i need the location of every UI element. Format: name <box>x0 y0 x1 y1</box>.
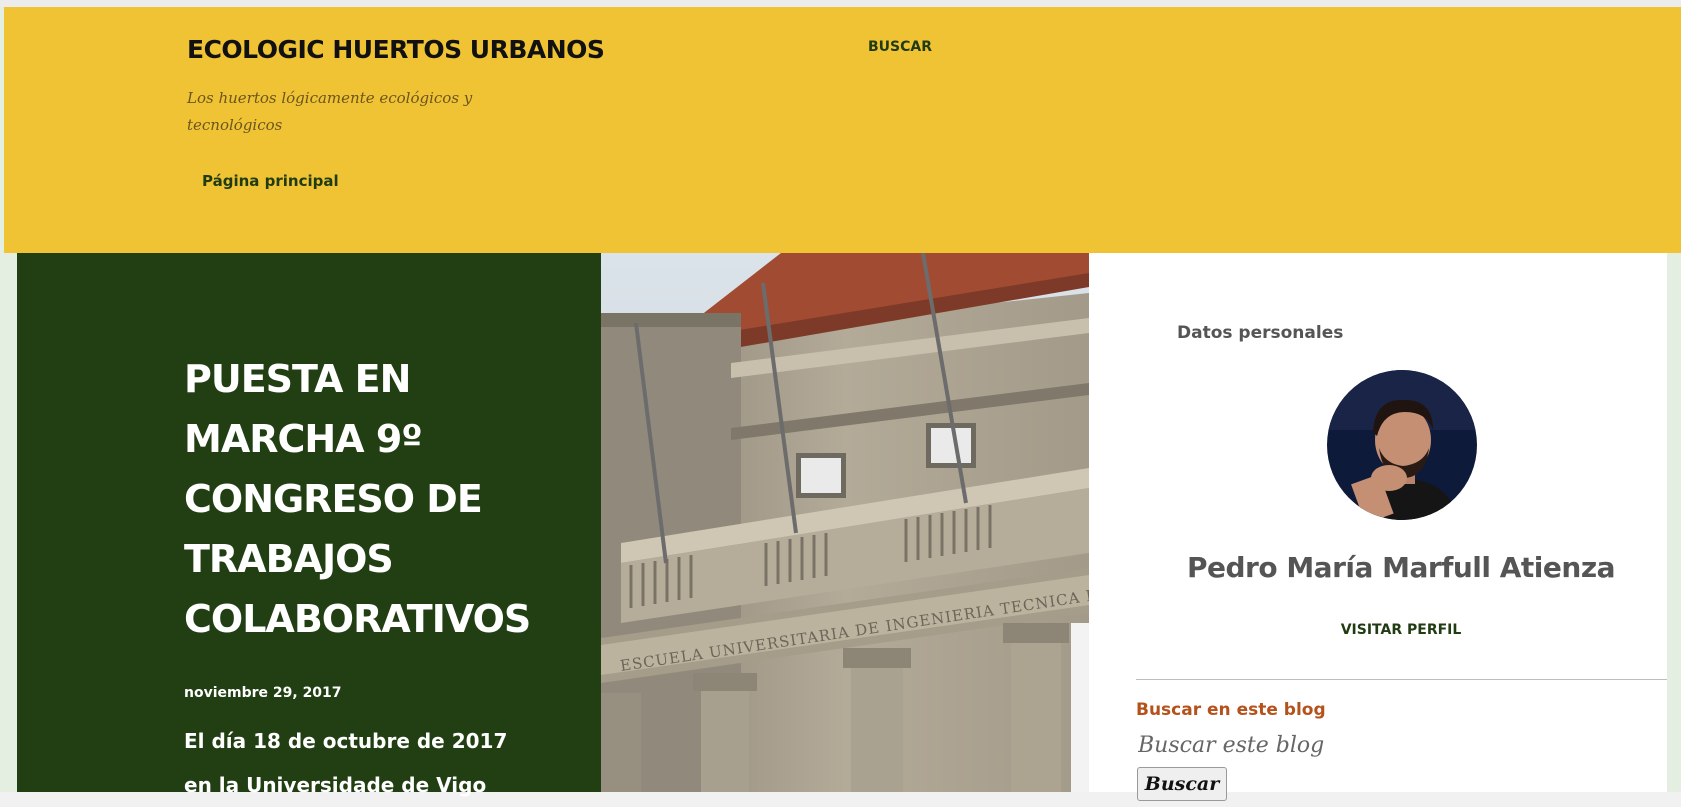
sidebar: Datos personales Pedro María Marfull Ati… <box>1089 253 1667 801</box>
blog-search-heading: Buscar en este blog <box>1136 700 1326 720</box>
right-page-edge <box>1667 253 1681 792</box>
sidebar-divider <box>1136 679 1667 680</box>
blog-search-input[interactable] <box>1136 729 1440 761</box>
post-snippet: El día 18 de octubre de 2017 en la Unive… <box>184 729 508 797</box>
blog-header: ECOLOGIC HUERTOS URBANOS Los huertos lóg… <box>4 7 1681 253</box>
building-facade-image: ESCUELA UNIVERSITARIA DE INGENIERIA TECN… <box>601 253 1089 792</box>
profile-avatar[interactable] <box>1327 370 1477 520</box>
post-date[interactable]: noviembre 29, 2017 <box>184 685 342 701</box>
nav-home-link[interactable]: Página principal <box>202 172 339 190</box>
avatar-photo <box>1327 370 1477 520</box>
post-title[interactable]: PUESTA EN MARCHA 9º CONGRESO DE TRABAJOS… <box>184 349 531 649</box>
blog-search-button[interactable]: Buscar <box>1137 767 1227 801</box>
post-featured-image[interactable]: ESCUELA UNIVERSITARIA DE INGENIERIA TECN… <box>601 253 1089 792</box>
blog-title[interactable]: ECOLOGIC HUERTOS URBANOS <box>187 35 605 64</box>
top-strip <box>0 0 1681 7</box>
header-search-link[interactable]: BUSCAR <box>868 39 932 55</box>
visit-profile-link[interactable]: VISITAR PERFIL <box>1089 622 1681 638</box>
profile-heading: Datos personales <box>1177 323 1344 343</box>
blog-description: Los huertos lógicamente ecológicos y tec… <box>187 89 473 134</box>
featured-post-panel: PUESTA EN MARCHA 9º CONGRESO DE TRABAJOS… <box>17 253 601 797</box>
profile-name[interactable]: Pedro María Marfull Atienza <box>1089 551 1681 584</box>
